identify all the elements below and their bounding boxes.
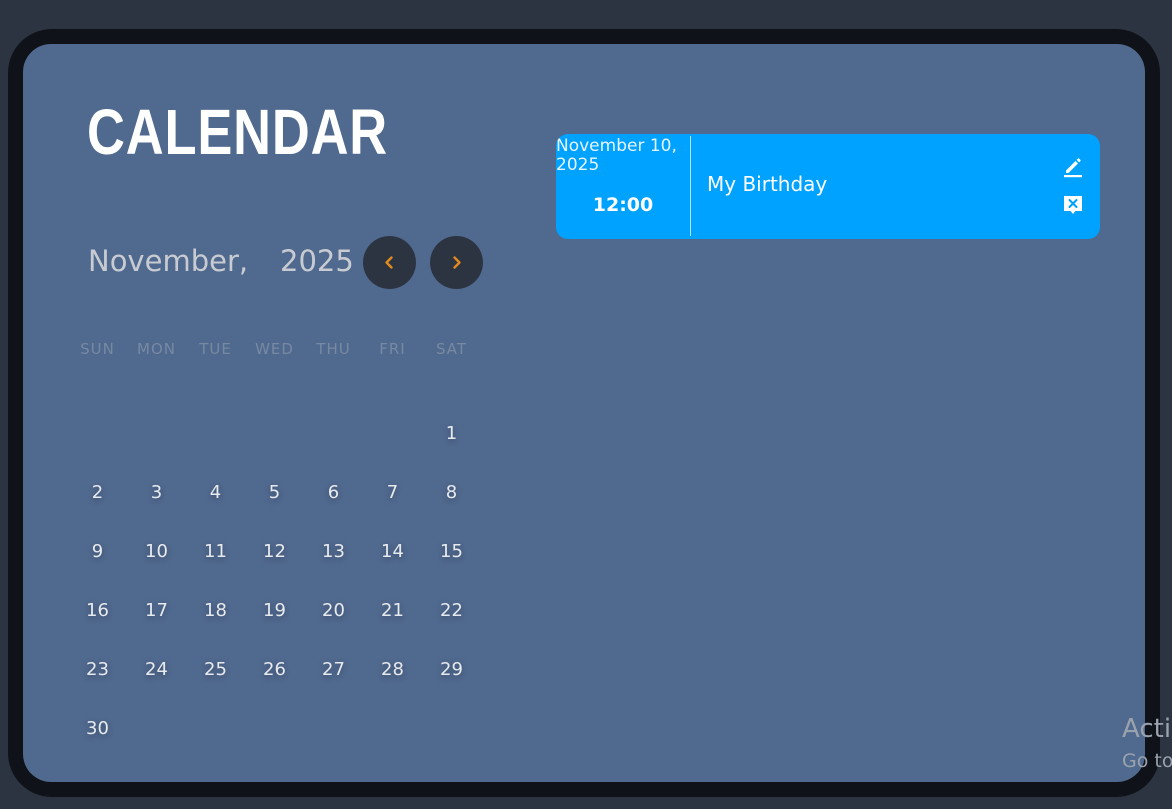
weekday-wed: WED — [255, 340, 294, 358]
weekday-thu: THU — [316, 340, 351, 358]
day-cell[interactable]: 9 — [68, 522, 127, 581]
day-cell[interactable]: 14 — [363, 522, 422, 581]
event-date: November 10, 2025 — [556, 136, 677, 175]
activation-watermark: Acti Go to — [1122, 712, 1172, 776]
day-cell[interactable]: 8 — [422, 463, 481, 522]
weekday-tue: TUE — [199, 340, 232, 358]
day-cell[interactable]: 28 — [363, 640, 422, 699]
weekday-fri: FRI — [379, 340, 406, 358]
day-cell[interactable]: 19 — [245, 581, 304, 640]
day-cell[interactable]: 11 — [186, 522, 245, 581]
event-divider — [690, 136, 691, 236]
next-month-button[interactable] — [430, 236, 483, 289]
chevron-right-icon — [453, 256, 461, 269]
year-label: 2025 — [280, 244, 354, 278]
day-cell[interactable]: 15 — [422, 522, 481, 581]
weekday-sat: SAT — [435, 340, 468, 358]
day-cell[interactable]: 1 — [422, 404, 481, 463]
prev-month-button[interactable] — [363, 236, 416, 289]
day-cell[interactable]: 12 — [245, 522, 304, 581]
day-cell[interactable]: 30 — [68, 699, 127, 758]
day-cell[interactable]: 2 — [68, 463, 127, 522]
day-cell[interactable]: 18 — [186, 581, 245, 640]
day-cell[interactable]: 16 — [68, 581, 127, 640]
day-cell[interactable]: 3 — [127, 463, 186, 522]
day-cell[interactable]: 26 — [245, 640, 304, 699]
event-time: 12:00 — [592, 194, 654, 216]
delete-event-button[interactable] — [1061, 193, 1085, 217]
day-cell[interactable]: 7 — [363, 463, 422, 522]
watermark-line-2: Go to — [1122, 750, 1172, 772]
day-cell[interactable]: 20 — [304, 581, 363, 640]
delete-comment-icon — [1064, 196, 1082, 214]
weekday-mon: MON — [137, 340, 176, 358]
day-cell[interactable]: 29 — [422, 640, 481, 699]
day-cell[interactable]: 21 — [363, 581, 422, 640]
pencil-icon — [1064, 158, 1082, 178]
day-grid: 1 2 3 4 5 6 7 8 9 10 11 12 13 14 15 16 17 18 19 20 21 22 23 24 2… — [68, 404, 481, 764]
month-label: November, — [88, 244, 249, 278]
edit-event-button[interactable] — [1061, 154, 1085, 178]
event-card[interactable]: November 10, 2025 12:00 My Birthday — [556, 134, 1100, 239]
calendar-panel: CALENDAR November, 2025 SUN MON TUE WED THU F… — [23, 44, 1145, 782]
day-cell[interactable]: 27 — [304, 640, 363, 699]
chevron-left-icon — [385, 256, 393, 269]
day-cell[interactable]: 13 — [304, 522, 363, 581]
event-title: My Birthday — [707, 172, 828, 196]
day-cell[interactable]: 17 — [127, 581, 186, 640]
day-cell[interactable]: 24 — [127, 640, 186, 699]
day-cell[interactable]: 5 — [245, 463, 304, 522]
page-title: CALENDAR — [87, 96, 389, 168]
day-cell[interactable]: 6 — [304, 463, 363, 522]
day-cell[interactable]: 23 — [68, 640, 127, 699]
day-cell[interactable]: 22 — [422, 581, 481, 640]
weekday-sun: SUN — [80, 340, 115, 358]
watermark-line-1: Acti — [1122, 714, 1172, 744]
day-cell[interactable]: 25 — [186, 640, 245, 699]
day-cell[interactable]: 4 — [186, 463, 245, 522]
weekday-header: SUN MON TUE WED THU FRI SAT — [68, 340, 481, 360]
day-cell[interactable]: 10 — [127, 522, 186, 581]
